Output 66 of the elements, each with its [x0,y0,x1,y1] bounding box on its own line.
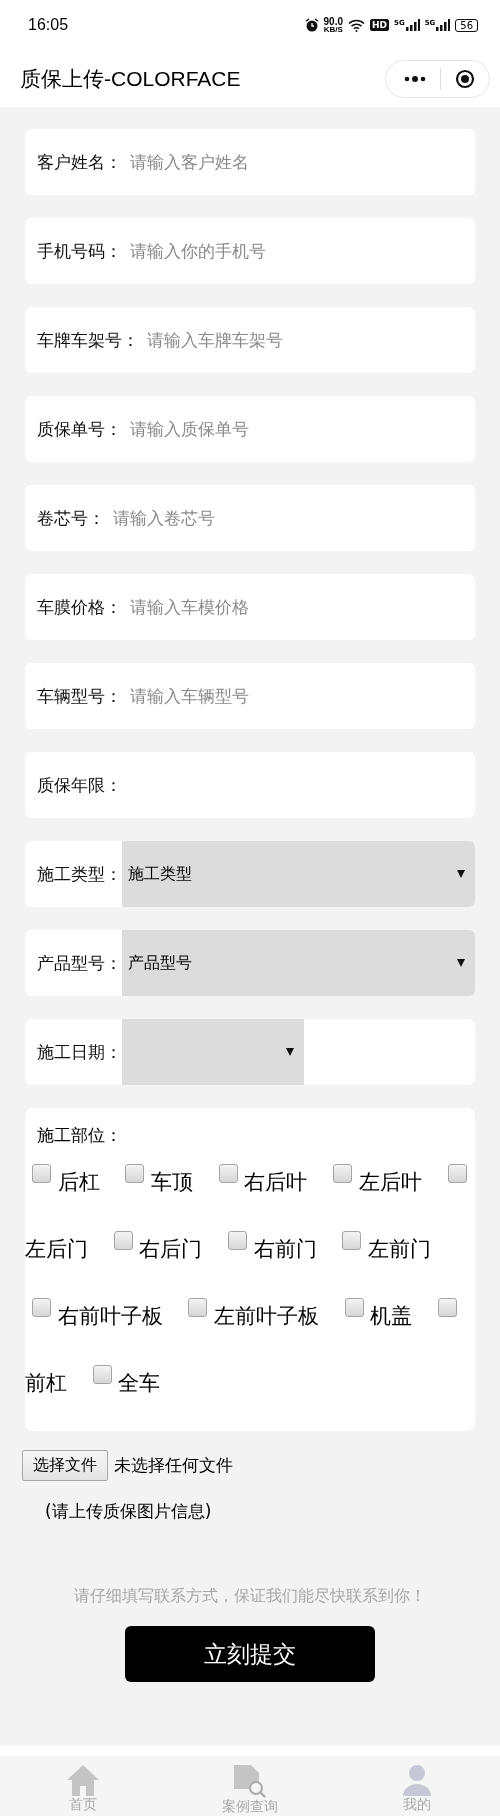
checkbox[interactable] [32,1164,51,1183]
field-label: 质保年限： [36,773,122,797]
page-title: 质保上传-COLORFACE [20,65,241,92]
checkbox[interactable] [188,1298,208,1317]
checkbox[interactable] [125,1164,145,1183]
field-label: 质保单号： [36,417,122,441]
input-field[interactable]: 请输入车牌车架号 [139,330,475,350]
checkbox[interactable] [228,1231,248,1250]
upload-note: (请上传质保图片信息) [44,1500,213,1523]
status-time: 16:05 [28,16,69,34]
field-label: 车辆型号： [36,684,122,708]
select-field[interactable]: 产品型号 [122,930,475,996]
option-label: 前杠 [25,1370,67,1397]
input-field[interactable]: 请输入车辆型号 [122,686,475,706]
option-label: 左前叶子板 [214,1303,320,1330]
select-field[interactable]: 施工类型 [122,841,475,907]
home-icon [66,1764,101,1796]
field-label: 手机号码： [36,239,122,263]
file-status: 未选择任何文件 [114,1454,233,1477]
input-field[interactable]: 请输入车模价格 [122,597,475,617]
option-label: 右后叶 [244,1169,308,1196]
field-label: 施工类型： [36,862,122,886]
field-label: 产品型号： [36,951,122,975]
option-label: 左后叶 [358,1169,422,1196]
option-label: 全车 [118,1370,161,1397]
option-label: 车顶 [151,1169,194,1196]
option-label: 机盖 [370,1303,413,1330]
input-field[interactable]: 请输入客户姓名 [122,152,475,172]
checkbox[interactable] [92,1365,112,1384]
field-label: 车膜价格： [36,595,122,619]
option-label: 后杠 [57,1169,100,1196]
hint-text: 请仔细填写联系方式，保证我们能尽快联系到你！ [73,1586,427,1607]
checkbox[interactable] [32,1298,51,1317]
checkbox[interactable] [447,1164,467,1183]
option-label: 左后门 [25,1236,88,1263]
more-icon[interactable] [404,75,426,82]
user-icon [400,1764,433,1796]
field-label: 客户姓名： [36,150,122,174]
option-label: 右后门 [139,1236,203,1263]
signal-icon [405,19,420,31]
signal-icon [436,19,451,31]
input-field[interactable]: 请输入你的手机号 [122,241,475,261]
alarm-icon [304,18,319,32]
document-search-icon [233,1764,267,1798]
checkbox[interactable] [218,1164,238,1183]
battery-level: 56 [455,18,478,32]
option-label: 左前门 [368,1236,432,1263]
field-label: 卷芯号： [36,506,105,530]
field-label: 车牌车架号： [36,328,139,352]
checkbox[interactable] [438,1298,458,1317]
checkbox[interactable] [344,1298,364,1317]
option-label: 右前叶子板 [57,1303,163,1330]
option-label: 右前门 [253,1236,317,1263]
hd-badge: HD [370,19,389,31]
input-field[interactable]: 请输入质保单号 [122,419,475,439]
field-label: 施工部位： [36,1124,123,1147]
choose-file-button[interactable]: 选择文件 [22,1450,108,1481]
wifi-icon [348,18,365,32]
speed-unit: KB/S [323,25,343,34]
field-label: 施工日期： [36,1040,122,1064]
submit-button[interactable]: 立刻提交 [125,1626,375,1682]
checkbox[interactable] [113,1231,133,1250]
checkbox[interactable] [333,1164,353,1183]
checkbox[interactable] [342,1231,362,1250]
input-field[interactable]: 请输入卷芯号 [105,508,475,528]
network-speed: 90.0 [323,16,343,26]
